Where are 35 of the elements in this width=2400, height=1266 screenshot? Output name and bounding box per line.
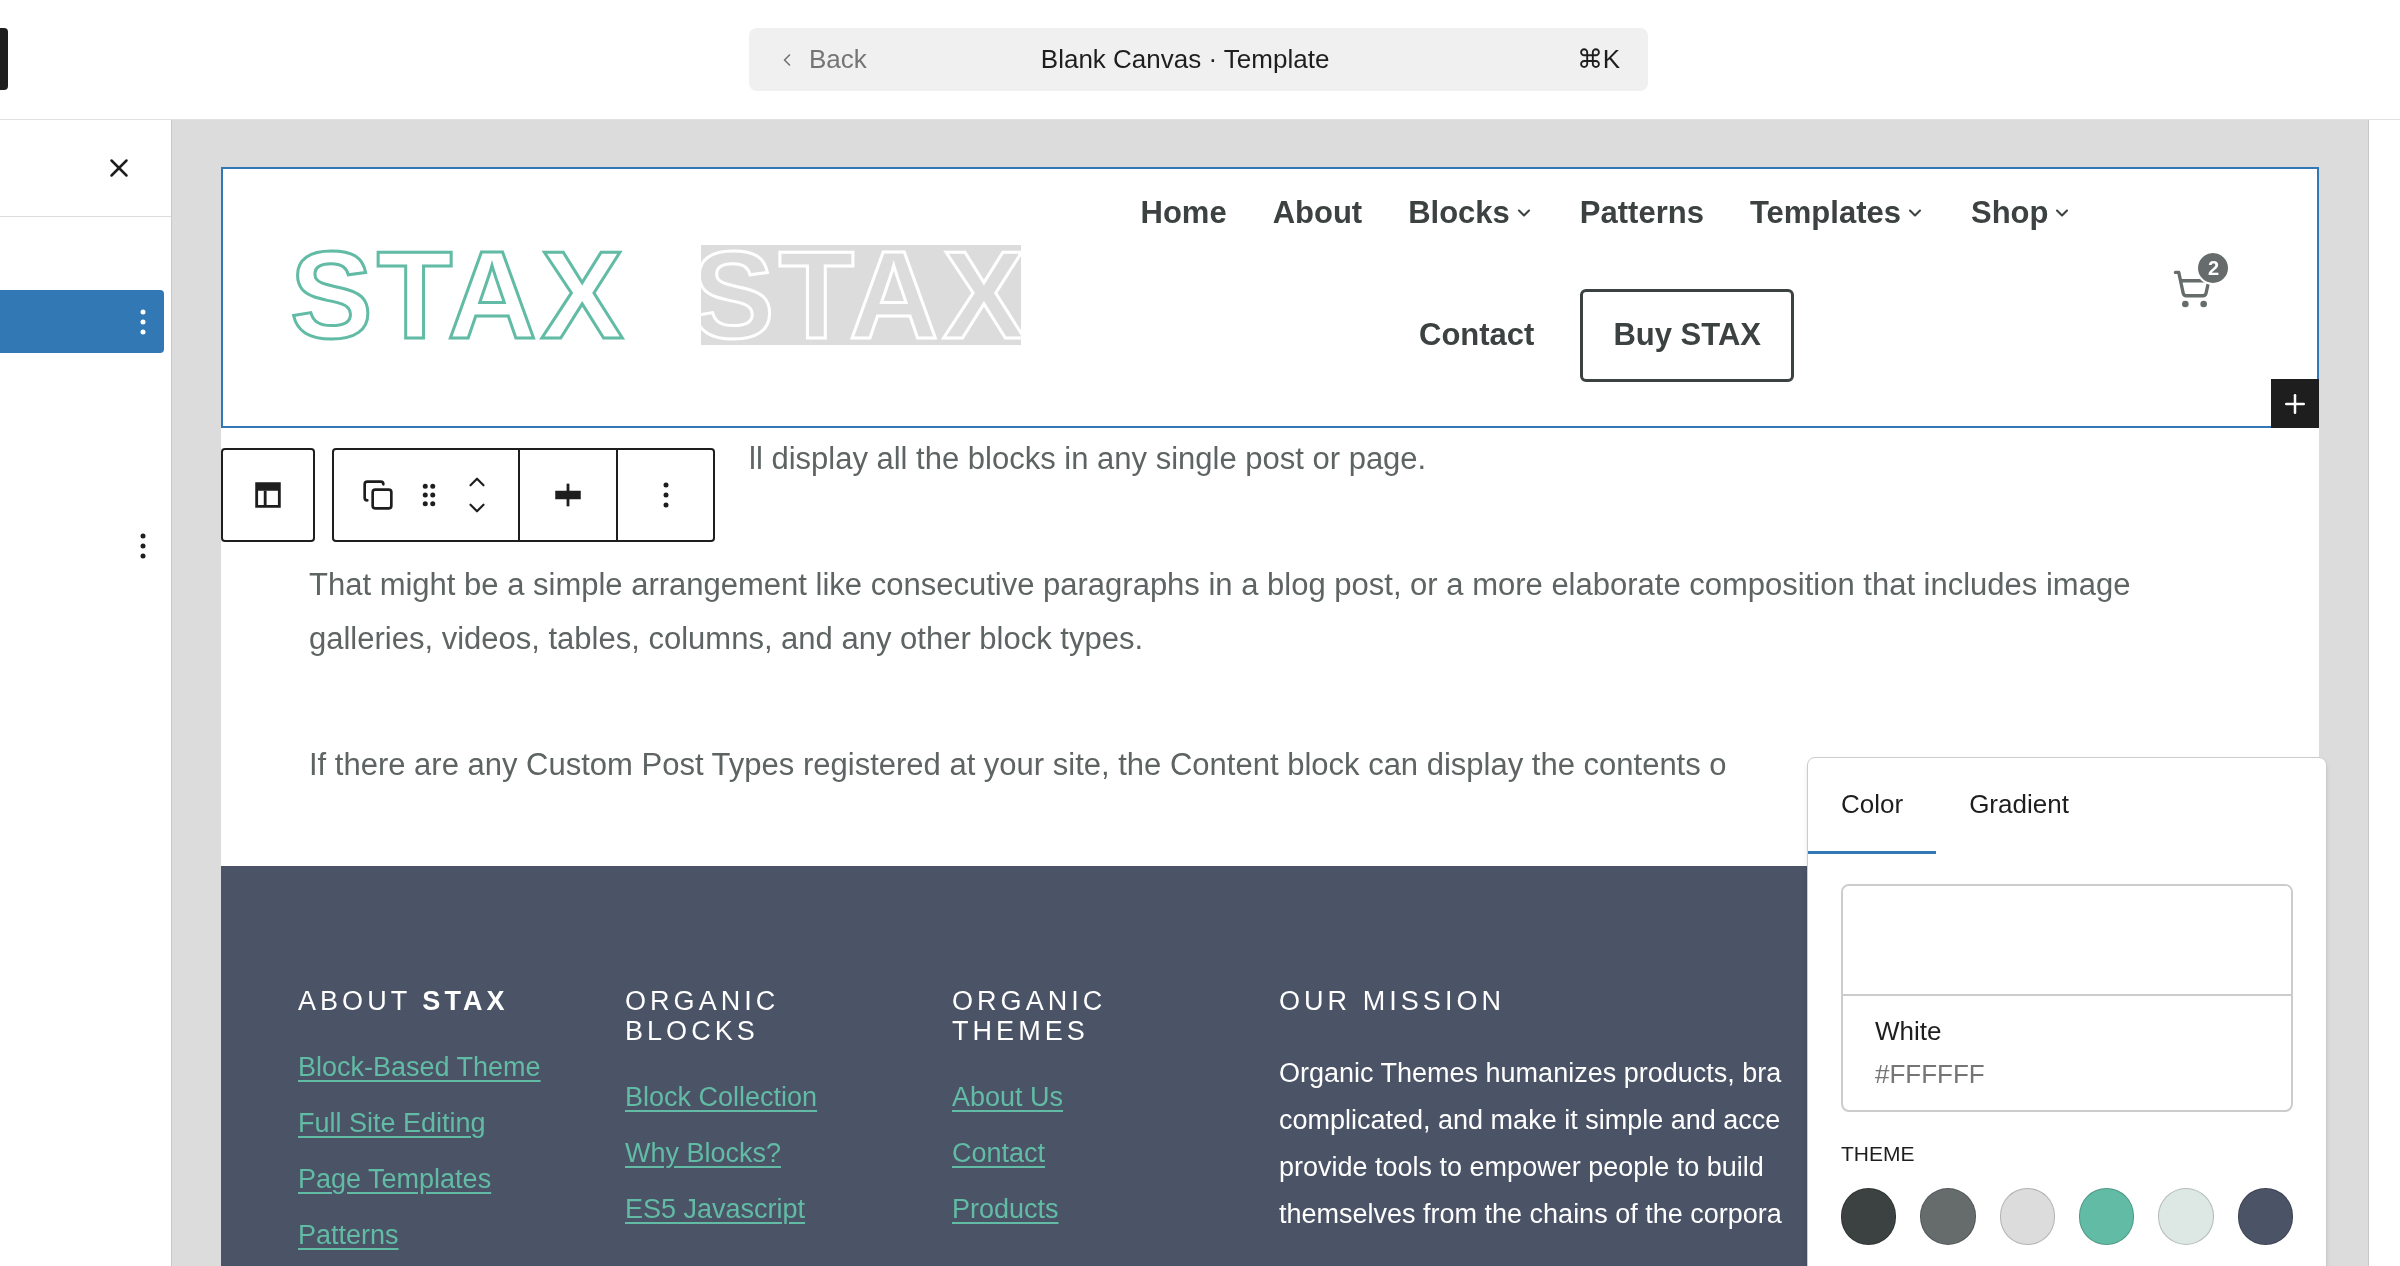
duplicate-button[interactable]: [362, 479, 394, 511]
paragraph-text: ll display all the blocks in any single post or page.: [749, 440, 1427, 478]
tab[interactable]: Color: [1808, 758, 1937, 854]
footer-heading: ORGANIC BLOCKS: [625, 986, 781, 1046]
more-icon[interactable]: [140, 532, 146, 559]
nav-link[interactable]: Shop: [1970, 189, 2049, 237]
color-name: White: [1875, 1015, 1943, 1048]
add-block-button[interactable]: [2271, 379, 2319, 428]
buy-button[interactable]: Buy STAX: [1580, 289, 1794, 382]
color-hex: #FFFFFF: [1875, 1058, 1986, 1091]
back-link[interactable]: Back: [809, 40, 867, 79]
nav-link[interactable]: About: [1272, 189, 1363, 237]
shortcut-hint: ⌘K: [1576, 43, 1620, 76]
mission-text: Organic Themes humanizes products, bra complicated, and make it simple and acce provide tools to empower people to build themselves from the chains of the corpora: [1279, 1057, 1782, 1231]
color-swatch[interactable]: [1920, 1187, 1976, 1245]
duplicate-icon: [362, 479, 394, 511]
footer-heading: OUR MISSION: [1279, 986, 1507, 1016]
command-bar[interactable]: Back Blank Canvas · Template ⌘K: [749, 28, 1648, 91]
footer-heading: ORGANIC THEMES: [952, 986, 1108, 1046]
nav-link[interactable]: Blocks: [1408, 189, 1510, 237]
nav-link[interactable]: Home: [1140, 189, 1227, 237]
nav-link[interactable]: Templates: [1749, 189, 1901, 237]
cart-count-badge: 2: [2196, 251, 2231, 285]
nav-link[interactable]: Patterns: [1579, 189, 1704, 237]
color-swatch[interactable]: [2158, 1187, 2214, 1245]
section-label: THEME: [1841, 1141, 1916, 1167]
more-icon: [662, 482, 669, 508]
paragraph-text: That might be a simple arrangement like consecutive paragraphs in a blog post, or a more elaborate composition that includes image galleries, videos, tables, columns, and any other block types.: [308, 566, 2132, 658]
paragraph-text: If there are any Custom Post Types registered at your site, the Content block can display the contents o: [308, 746, 1728, 784]
nav-link[interactable]: Contact: [1419, 312, 1535, 359]
logo-text: STAX: [290, 233, 628, 357]
block-type-button[interactable]: [221, 448, 315, 542]
tab[interactable]: Gradient: [1936, 758, 2102, 854]
footer-heading: ABOUT STAX: [298, 986, 510, 1016]
document-title: Blank Canvas · Template: [1040, 43, 1330, 76]
